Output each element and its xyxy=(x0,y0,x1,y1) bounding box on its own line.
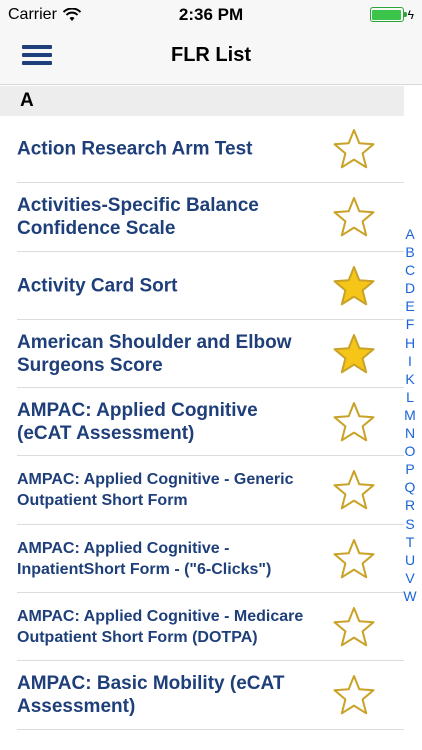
status-right: ϟ xyxy=(369,7,414,22)
index-letter[interactable]: U xyxy=(405,551,415,569)
index-letter[interactable]: E xyxy=(405,297,414,315)
list-item-label: AMPAC: Applied Cognitive - Medicare Outp… xyxy=(17,607,304,646)
status-bar: Carrier 2:36 PM ϟ xyxy=(0,0,422,30)
index-letter[interactable]: K xyxy=(405,370,414,388)
list-item-label: Activities-Specific Balance Confidence S… xyxy=(17,195,259,239)
star-outline-icon[interactable] xyxy=(332,400,376,444)
index-letter[interactable]: V xyxy=(405,569,414,587)
index-letter[interactable]: N xyxy=(405,424,415,442)
charging-bolt-icon: ϟ xyxy=(407,7,414,22)
star-outline-icon[interactable] xyxy=(332,537,376,581)
list-item-label: AMPAC: Basic Mobility (eCAT Assessment) xyxy=(17,673,285,717)
flr-list: Action Research Arm Test Activities-Speci… xyxy=(0,116,404,730)
status-time: 2:36 PM xyxy=(178,5,244,24)
index-letter[interactable]: M xyxy=(404,406,416,424)
list-item[interactable]: Activity Card Sort xyxy=(17,252,404,320)
nav-bar: FLR List xyxy=(0,30,422,85)
index-letter[interactable]: I xyxy=(408,352,412,370)
list-item[interactable]: AMPAC: Basic Mobility (eCAT Assessment) xyxy=(17,661,404,730)
star-filled-icon[interactable] xyxy=(332,264,376,308)
index-letter[interactable]: L xyxy=(406,388,414,406)
index-letter[interactable]: B xyxy=(405,243,414,261)
index-letter[interactable]: W xyxy=(403,587,416,605)
index-letter[interactable]: T xyxy=(406,533,415,551)
index-letter[interactable]: D xyxy=(405,279,415,297)
list-item[interactable]: AMPAC: Applied Cognitive - Generic Outpa… xyxy=(17,456,404,525)
index-letter[interactable]: C xyxy=(405,261,415,279)
battery-icon xyxy=(369,7,407,22)
index-letter[interactable]: H xyxy=(405,334,415,352)
list-item[interactable]: Action Research Arm Test xyxy=(17,116,404,183)
index-letter[interactable]: R xyxy=(405,496,415,514)
star-outline-icon[interactable] xyxy=(332,195,376,239)
list-item-label: American Shoulder and Elbow Surgeons Sco… xyxy=(17,331,292,376)
list-item-label: AMPAC: Applied Cognitive - InpatientShor… xyxy=(17,539,272,578)
battery-fill xyxy=(372,9,402,20)
star-outline-icon[interactable] xyxy=(332,468,376,512)
list-item-label: AMPAC: Applied Cognitive - Generic Outpa… xyxy=(17,471,294,509)
page-title: FLR List xyxy=(171,44,251,66)
index-letter[interactable]: A xyxy=(405,225,414,243)
index-letter[interactable]: Q xyxy=(405,478,416,496)
index-letter[interactable]: S xyxy=(405,515,414,533)
star-filled-icon[interactable] xyxy=(332,332,376,376)
battery-cap xyxy=(403,12,407,17)
list-item[interactable]: AMPAC: Applied Cognitive - Medicare Outp… xyxy=(17,593,404,661)
list-item-label: Action Research Arm Test xyxy=(17,138,253,160)
list-item[interactable]: Activities-Specific Balance Confidence S… xyxy=(17,183,404,252)
alphabet-index: ABCDEFHIKLMNOPQRSTUVW xyxy=(402,225,418,605)
list-item[interactable]: American Shoulder and Elbow Surgeons Sco… xyxy=(17,320,404,388)
index-letter[interactable]: P xyxy=(405,460,414,478)
index-letter[interactable]: F xyxy=(406,315,415,333)
section-header: A xyxy=(0,86,404,116)
list-item[interactable]: AMPAC: Applied Cognitive - InpatientShor… xyxy=(17,525,404,593)
star-outline-icon[interactable] xyxy=(332,605,376,649)
index-letter[interactable]: O xyxy=(405,442,416,460)
list-item[interactable]: AMPAC: Applied Cognitive (eCAT Assessmen… xyxy=(17,388,404,456)
list-item-label: Activity Card Sort xyxy=(17,275,178,296)
star-outline-icon[interactable] xyxy=(332,673,376,717)
list-item-label: AMPAC: Applied Cognitive (eCAT Assessmen… xyxy=(17,399,258,444)
star-outline-icon[interactable] xyxy=(332,127,376,171)
